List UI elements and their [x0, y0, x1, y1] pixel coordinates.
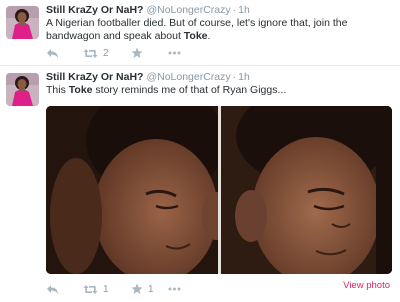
tweet-text: This Toke story reminds me of that of Ry…	[46, 84, 396, 97]
retweet-button[interactable]: 2	[83, 46, 109, 60]
retweet-count: 2	[103, 47, 109, 59]
username[interactable]: @NoLongerCrazy	[146, 4, 230, 16]
reply-button[interactable]	[46, 282, 59, 296]
tweet-text: A Nigerian footballer died. But of cours…	[46, 17, 396, 43]
retweet-button[interactable]: 1	[83, 282, 109, 296]
timestamp[interactable]: 1h	[238, 4, 250, 16]
tweet-keyword: Toke	[68, 84, 93, 96]
view-photo-link[interactable]: View photo	[343, 280, 390, 291]
star-icon	[131, 47, 143, 58]
reply-icon	[47, 284, 58, 294]
retweet-count: 1	[103, 283, 109, 295]
username[interactable]: @NoLongerCrazy	[146, 71, 230, 83]
tweet-keyword: Toke	[183, 30, 208, 42]
more-button[interactable]	[168, 282, 181, 296]
more-icon	[168, 287, 181, 291]
tweet-header: Still KraZy Or NaH? @NoLongerCrazy · 1h	[46, 4, 250, 17]
avatar[interactable]	[6, 6, 39, 39]
timestamp[interactable]: 1h	[238, 71, 250, 83]
retweet-icon	[83, 48, 98, 58]
favorite-count: 1	[148, 283, 154, 295]
fullname[interactable]: Still KraZy Or NaH?	[46, 71, 143, 83]
tweet-text-part: story reminds me of that of Ryan Giggs..…	[92, 84, 287, 96]
tweet-header: Still KraZy Or NaH? @NoLongerCrazy · 1h	[46, 71, 250, 84]
retweet-icon	[83, 284, 98, 294]
more-button[interactable]	[168, 46, 181, 60]
avatar[interactable]	[6, 73, 39, 106]
reply-icon	[47, 48, 58, 58]
star-icon	[131, 283, 143, 294]
fullname[interactable]: Still KraZy Or NaH?	[46, 4, 143, 16]
tweet: Still KraZy Or NaH? @NoLongerCrazy · 1h A N…	[0, 0, 400, 66]
tweet-photo[interactable]	[46, 106, 392, 274]
tweet-text-part: This	[46, 84, 69, 96]
reply-button[interactable]	[46, 46, 59, 60]
separator: ·	[232, 4, 237, 16]
favorite-button[interactable]: 1	[131, 282, 154, 296]
tweet-text-part: .	[207, 30, 211, 42]
favorite-button[interactable]	[131, 46, 143, 60]
separator: ·	[232, 71, 237, 83]
more-icon	[168, 51, 181, 55]
tweet: Still KraZy Or NaH? @NoLongerCrazy · 1h Thi…	[0, 66, 400, 302]
